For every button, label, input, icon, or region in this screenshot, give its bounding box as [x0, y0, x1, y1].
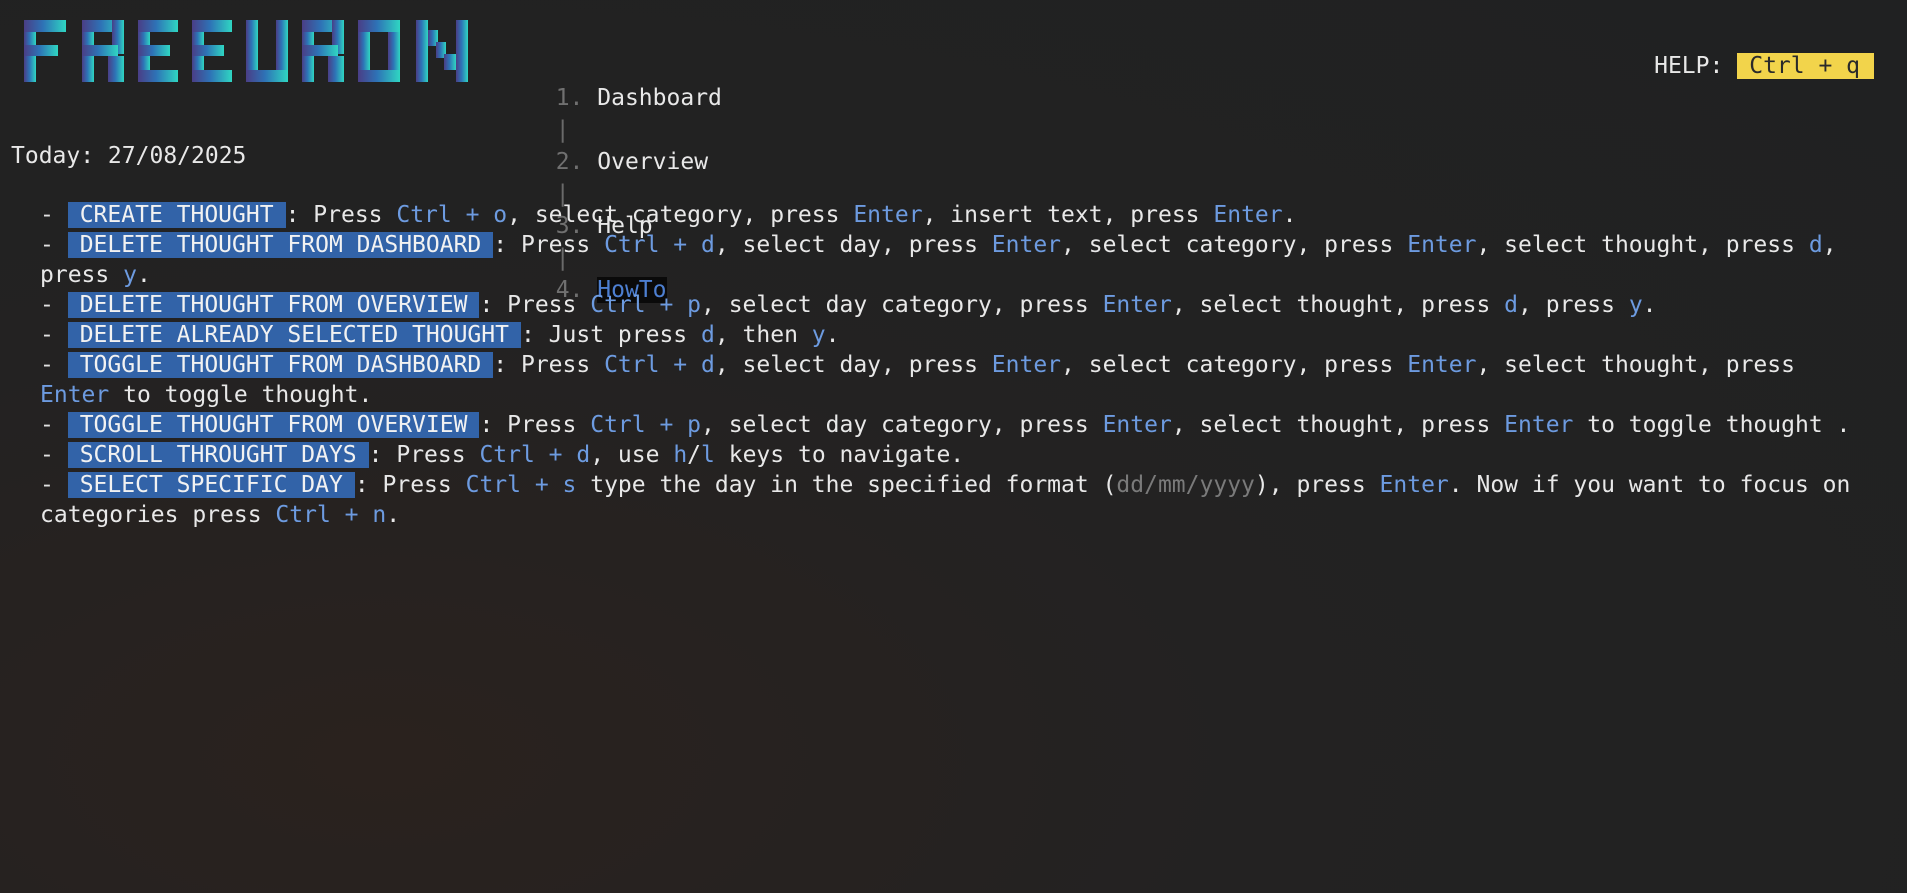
key-hint: Enter [1504, 412, 1574, 438]
key-hint: Enter [1379, 472, 1449, 498]
key-hint: Ctrl + d [479, 442, 591, 468]
howto-action-tag: SELECT SPECIFIC DAY [67, 472, 355, 498]
app-logo [24, 20, 468, 82]
help-key-badge: Ctrl + q [1737, 53, 1874, 79]
key-hint: Ctrl + n [275, 502, 387, 528]
instruction-text: : Press [368, 442, 480, 468]
instruction-text: keys to navigate. [714, 442, 965, 468]
key-hint: y [1628, 292, 1643, 318]
howto-action-tag: DELETE THOUGHT FROM OVERVIEW [67, 292, 480, 318]
howto-action-tag: TOGGLE THOUGHT FROM OVERVIEW [67, 412, 480, 438]
instruction-text: , press [1518, 292, 1629, 318]
key-hint: d [1504, 292, 1519, 318]
instruction-text: , select day, press [714, 232, 992, 258]
instruction-text: . [1282, 202, 1297, 228]
instruction-text: , select category, press [507, 202, 854, 228]
instruction-text: , select category, press [1061, 232, 1408, 258]
howto-item: - TOGGLE THOUGHT FROM DASHBOARD: Press C… [40, 350, 1870, 410]
tab-dashboard[interactable]: 1. Dashboard [556, 85, 722, 111]
howto-action-tag: DELETE THOUGHT FROM DASHBOARD [67, 232, 494, 258]
instruction-text: , then [714, 322, 812, 348]
instruction-text: , use [590, 442, 674, 468]
tab-overview[interactable]: 2. Overview [556, 149, 708, 175]
instruction-text: , select thought, press [1171, 412, 1505, 438]
key-hint: Enter [991, 232, 1062, 258]
instruction-text: , select day, press [714, 352, 992, 378]
bullet-dash: - [40, 472, 68, 498]
bullet-dash: - [40, 352, 68, 378]
key-hint: Ctrl + o [396, 202, 508, 228]
instruction-text: to toggle thought. [109, 382, 373, 408]
instruction-text: , insert text, press [922, 202, 1214, 228]
instruction-text: . [386, 502, 401, 528]
instruction-text: , select day category, press [701, 412, 1103, 438]
tab-number: 1. [555, 85, 584, 111]
tab-label: Dashboard [597, 85, 722, 111]
howto-list: - CREATE THOUGHT: Press Ctrl + o, select… [40, 200, 1870, 530]
instruction-text: . [1642, 292, 1657, 318]
instruction-text: . [825, 322, 840, 348]
instruction-text: : Press [354, 472, 466, 498]
instruction-text: , select day category, press [701, 292, 1103, 318]
key-hint: h [673, 442, 688, 468]
key-hint: l [701, 442, 715, 468]
tab-separator: | [555, 117, 570, 143]
instruction-text: ), press [1254, 472, 1380, 498]
key-hint: Enter [1407, 232, 1477, 258]
today-date: Today: 27/08/2025 [11, 143, 247, 169]
howto-item: - TOGGLE THOUGHT FROM OVERVIEW: Press Ct… [40, 410, 1870, 440]
instruction-text: : Press [285, 202, 397, 228]
bullet-dash: - [40, 232, 68, 258]
key-hint: y [811, 322, 826, 348]
instruction-text: : Press [493, 352, 605, 378]
key-hint: Ctrl + d [604, 232, 715, 258]
instruction-text: : Press [479, 412, 591, 438]
key-hint: Ctrl + d [604, 352, 715, 378]
instruction-text: , select thought, press [1171, 292, 1505, 318]
instruction-text: to toggle thought . [1573, 412, 1851, 438]
howto-item: - DELETE THOUGHT FROM OVERVIEW: Press Ct… [40, 290, 1870, 320]
instruction-text: : Press [493, 232, 605, 258]
howto-item: - SELECT SPECIFIC DAY: Press Ctrl + s ty… [40, 470, 1870, 530]
key-hint: Enter [1213, 202, 1283, 228]
bullet-dash: - [40, 412, 68, 438]
key-hint: Enter [1102, 292, 1172, 318]
howto-action-tag: CREATE THOUGHT [67, 202, 286, 228]
key-hint: Enter [40, 382, 110, 408]
howto-action-tag: TOGGLE THOUGHT FROM DASHBOARD [67, 352, 494, 378]
instruction-text: / [687, 442, 702, 468]
howto-action-tag: DELETE ALREADY SELECTED THOUGHT [67, 322, 521, 348]
howto-item: - SCROLL THROUGHT DAYS: Press Ctrl + d, … [40, 440, 1870, 470]
tab-number: 2. [555, 149, 584, 175]
key-hint: Enter [853, 202, 923, 228]
key-hint: Enter [1407, 352, 1477, 378]
instruction-text: type the day in the specified format ( [576, 472, 1117, 498]
instruction-text: . [136, 262, 151, 288]
key-hint: Enter [1102, 412, 1172, 438]
bullet-dash: - [40, 322, 68, 348]
tab-label: Overview [597, 149, 709, 175]
key-hint: Ctrl + p [590, 292, 701, 318]
help-shortcut: HELP: Ctrl + q [1654, 50, 1874, 82]
howto-action-tag: SCROLL THROUGHT DAYS [67, 442, 369, 468]
help-label: HELP: [1654, 53, 1724, 79]
key-hint: Ctrl + s [465, 472, 577, 498]
key-hint: Ctrl + p [590, 412, 701, 438]
bullet-dash: - [40, 442, 68, 468]
key-hint: d [700, 322, 715, 348]
howto-item: - CREATE THOUGHT: Press Ctrl + o, select… [40, 200, 1870, 230]
instruction-text: , select thought, press [1476, 352, 1809, 378]
instruction-text: : Just press [520, 322, 701, 348]
howto-item: - DELETE THOUGHT FROM DASHBOARD: Press C… [40, 230, 1870, 290]
key-hint: y [123, 262, 137, 288]
key-hint: d [1808, 232, 1823, 258]
instruction-text: : Press [479, 292, 591, 318]
key-hint: Enter [991, 352, 1062, 378]
bullet-dash: - [40, 202, 68, 228]
bullet-dash: - [40, 292, 68, 318]
instruction-text: , select category, press [1061, 352, 1408, 378]
howto-item: - DELETE ALREADY SELECTED THOUGHT: Just … [40, 320, 1870, 350]
format-hint: dd/mm/yyyy [1116, 472, 1255, 498]
instruction-text: , select thought, press [1476, 232, 1809, 258]
